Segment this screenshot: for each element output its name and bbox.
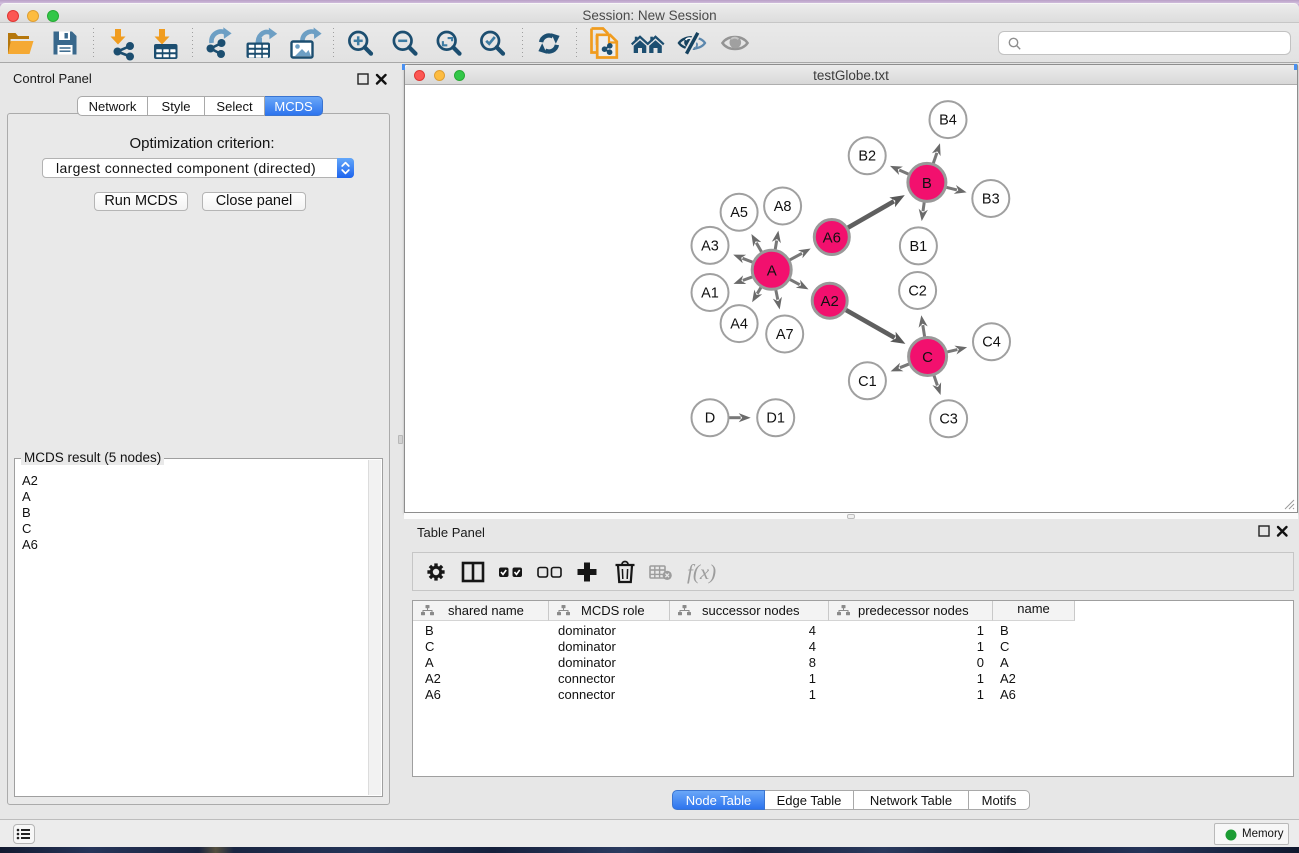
svg-text:C4: C4 [982, 335, 1001, 351]
svg-text:A7: A7 [776, 327, 794, 343]
svg-text:A4: A4 [730, 317, 748, 333]
svg-text:C3: C3 [939, 412, 958, 428]
svg-text:B1: B1 [910, 239, 928, 255]
svg-text:C1: C1 [858, 374, 877, 390]
svg-text:A8: A8 [774, 199, 792, 215]
svg-text:B: B [922, 175, 932, 192]
svg-text:B3: B3 [982, 192, 1000, 208]
svg-text:A: A [767, 262, 777, 279]
svg-text:A6: A6 [823, 230, 841, 247]
svg-text:B4: B4 [939, 113, 957, 129]
svg-text:C: C [922, 349, 933, 366]
svg-text:A1: A1 [701, 286, 719, 302]
svg-text:B2: B2 [858, 149, 876, 165]
svg-text:D1: D1 [766, 411, 785, 427]
svg-text:D: D [705, 411, 715, 427]
svg-text:A5: A5 [730, 205, 748, 221]
svg-text:A3: A3 [701, 238, 719, 254]
svg-text:C2: C2 [908, 284, 927, 300]
svg-text:A2: A2 [821, 293, 839, 310]
svg-text:f(x): f(x) [687, 560, 716, 584]
